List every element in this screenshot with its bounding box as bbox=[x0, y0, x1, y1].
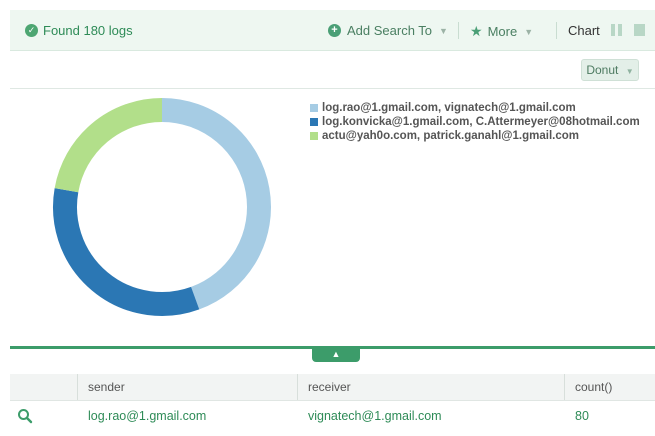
chart-type-dropdown[interactable]: Donut ▼ bbox=[581, 59, 639, 81]
legend-swatch bbox=[310, 132, 318, 140]
legend-swatch bbox=[310, 118, 318, 126]
results-toolbar: ✓ Found 180 logs + Add Search To ▼ ★ Mor… bbox=[10, 10, 655, 51]
legend-item[interactable]: actu@yah0o.com, patrick.ganahl@1.gmail.c… bbox=[310, 129, 640, 143]
table-header: sender receiver count() bbox=[10, 374, 655, 401]
donut-chart: log.rao@1.gmail.com, vignatech@1.gmail.c… bbox=[10, 89, 655, 344]
legend-label: actu@yah0o.com, patrick.ganahl@1.gmail.c… bbox=[322, 130, 579, 142]
caret-down-icon: ▼ bbox=[524, 26, 534, 37]
cell-count: 80 bbox=[575, 409, 589, 423]
cell-receiver[interactable]: vignatech@1.gmail.com bbox=[308, 401, 442, 431]
donut-svg bbox=[53, 98, 271, 316]
results-table: sender receiver count() log.rao@1.gmail.… bbox=[10, 374, 655, 431]
more-button[interactable]: ★ More ▼ bbox=[470, 23, 533, 40]
donut-slice-0[interactable] bbox=[161, 98, 271, 310]
table-row[interactable]: log.rao@1.gmail.com vignatech@1.gmail.co… bbox=[10, 401, 655, 431]
search-icon[interactable] bbox=[17, 408, 33, 424]
chart-options-bar: Donut ▼ bbox=[10, 51, 655, 87]
found-label: Found 180 logs bbox=[43, 23, 133, 38]
star-icon: ★ bbox=[470, 23, 483, 39]
fade-overlay bbox=[0, 428, 655, 436]
plus-circle-icon: + bbox=[328, 24, 341, 37]
donut-slice-1[interactable] bbox=[53, 188, 200, 316]
chart-type-label: Donut bbox=[586, 63, 619, 77]
add-search-to-button[interactable]: + Add Search To ▼ bbox=[328, 23, 448, 38]
cell-sender[interactable]: log.rao@1.gmail.com bbox=[88, 401, 206, 431]
legend-item[interactable]: log.rao@1.gmail.com, vignatech@1.gmail.c… bbox=[310, 101, 640, 115]
legend-label: log.konvicka@1.gmail.com, C.Attermeyer@0… bbox=[322, 116, 640, 128]
column-header-receiver[interactable]: receiver bbox=[297, 374, 563, 400]
toolbar-divider bbox=[458, 22, 459, 39]
legend-item[interactable]: log.konvicka@1.gmail.com, C.Attermeyer@0… bbox=[310, 115, 640, 129]
caret-down-icon: ▼ bbox=[439, 25, 448, 36]
collapse-chevron-up-icon[interactable]: ▲ bbox=[312, 346, 360, 362]
column-header-sender[interactable]: sender bbox=[77, 374, 297, 400]
more-label: More bbox=[487, 24, 518, 39]
legend-swatch bbox=[310, 104, 318, 112]
check-circle-icon: ✓ bbox=[25, 24, 38, 37]
donut-slice-2[interactable] bbox=[54, 98, 163, 193]
found-status: ✓ Found 180 logs bbox=[25, 23, 133, 38]
caret-down-icon: ▼ bbox=[625, 67, 634, 76]
full-view-icon[interactable] bbox=[634, 24, 645, 36]
toolbar-divider bbox=[556, 22, 557, 39]
legend-label: log.rao@1.gmail.com, vignatech@1.gmail.c… bbox=[322, 102, 576, 114]
split-view-icon[interactable] bbox=[611, 24, 622, 36]
add-search-label: Add Search To bbox=[347, 23, 433, 38]
column-header-count[interactable]: count() bbox=[564, 374, 655, 400]
chart-legend: log.rao@1.gmail.com, vignatech@1.gmail.c… bbox=[310, 101, 640, 143]
chart-toggle[interactable]: Chart bbox=[568, 23, 600, 38]
